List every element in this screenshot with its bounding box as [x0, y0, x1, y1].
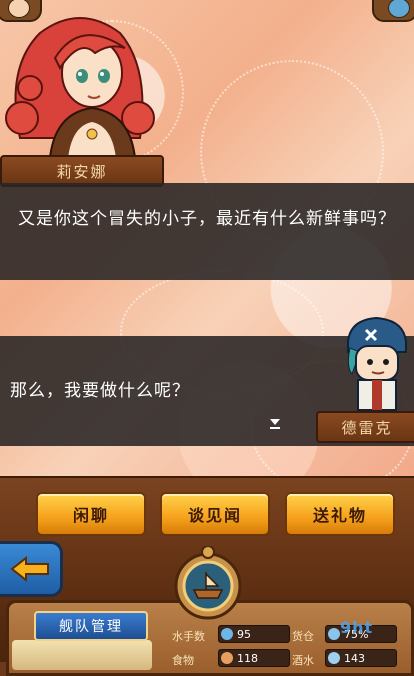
- stat-value: 118: [237, 651, 258, 665]
- stat-value-box: 95: [218, 625, 290, 643]
- gift-button[interactable]: 送礼物: [285, 492, 395, 536]
- cargo-icon: [328, 628, 340, 640]
- npc-dialog-panel: [0, 183, 414, 280]
- stat-value: 143: [344, 651, 365, 665]
- npc-dialog-text: 又是你这个冒失的小子，最近有什么新鲜事吗？: [18, 209, 396, 229]
- drink-icon: [328, 652, 340, 664]
- player-nameplate: 德雷克: [316, 411, 414, 443]
- stat-label: 食物: [172, 654, 194, 667]
- stat-label: 酒水: [292, 654, 314, 667]
- menu-avatar-right[interactable]: [372, 0, 414, 22]
- food-icon: [221, 652, 233, 664]
- ship-medallion[interactable]: [168, 545, 248, 622]
- fleet-art: [12, 640, 152, 670]
- player-portrait: [338, 312, 414, 412]
- watermark: 9ht: [340, 618, 374, 637]
- stat-label: 水手数: [172, 630, 205, 643]
- back-button[interactable]: [0, 541, 63, 597]
- stat-value-box: 143: [325, 649, 397, 667]
- npc-portrait: [0, 8, 160, 159]
- fleet-management-tab[interactable]: 舰队管理: [34, 611, 148, 641]
- stat-label: 货仓: [292, 630, 314, 643]
- stat-value-box: 118: [218, 649, 290, 667]
- news-button[interactable]: 谈见闻: [160, 492, 270, 536]
- next-arrow-icon[interactable]: [270, 419, 280, 429]
- sailor-icon: [221, 628, 233, 640]
- player-dialog-text: 那么，我要做什么呢？: [10, 381, 190, 401]
- stat-value: 95: [237, 627, 251, 641]
- arrow-left-icon: [10, 556, 50, 582]
- chat-button[interactable]: 闲聊: [36, 492, 146, 536]
